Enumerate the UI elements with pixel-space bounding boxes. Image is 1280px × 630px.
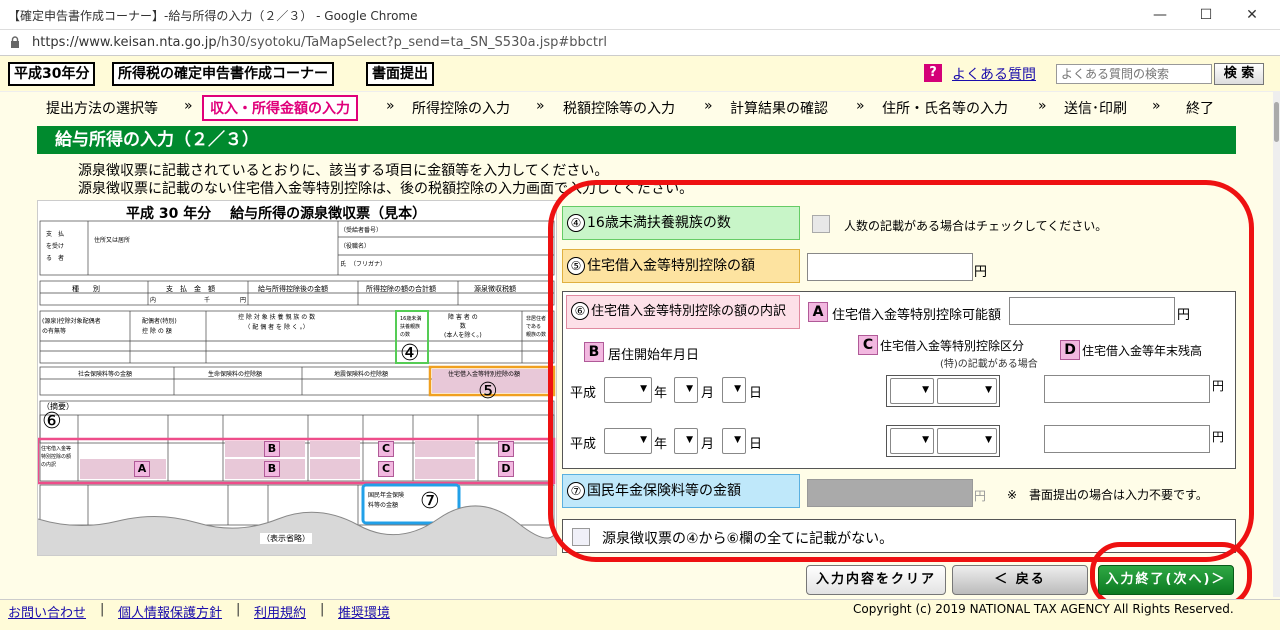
slip-col-pay: 支 払 金 額 <box>166 285 215 293</box>
page-footer: お問い合わせ | 個人情報保護方針 | 利用規約 | 推奨環境 Copyrigh… <box>0 599 1280 630</box>
step-4: 税額控除等の入力 <box>563 101 675 117</box>
step-separator: » <box>1152 98 1161 114</box>
slip-id-label: （受給者番号） <box>340 227 383 234</box>
copyright: Copyright (c) 2019 NATIONAL TAX AGENCY A… <box>853 602 1234 616</box>
slip-housing-amt: 住宅借入金等特別控除の額 <box>448 371 521 378</box>
step-separator: » <box>856 98 865 114</box>
slip-marker-5: ⑤ <box>478 379 498 404</box>
slip-col-after: 給与所得控除後の金額 <box>258 285 328 293</box>
step-7: 送信･印刷 <box>1064 101 1127 117</box>
address-bar[interactable]: https://www.keisan.nta.go.jp/h30/syotoku… <box>0 30 1280 56</box>
step-separator: » <box>184 98 193 114</box>
slip-marker-7: ⑦ <box>420 489 440 514</box>
slip-dependents: 控 除 対 象 扶 養 親 族 の 数 （ 配 偶 者 を 除 く 。） <box>238 314 316 331</box>
corner-title: 所得税の確定申告書作成コーナー <box>112 62 334 86</box>
footer-sep: | <box>100 602 105 617</box>
step-separator: » <box>386 98 395 114</box>
slip-heading: 平成 30 年分 給与所得の源泉徴収票（見本） <box>126 206 427 222</box>
slip-omit: （表示省略） <box>260 533 312 544</box>
faq-link[interactable]: よくある質問 <box>952 64 1036 84</box>
page-scrollbar[interactable] <box>1273 92 1280 597</box>
footer-privacy-link[interactable]: 個人情報保護方針 <box>118 602 222 621</box>
slip-marker-4: ④ <box>400 341 420 366</box>
red-annotation-form <box>548 180 1254 562</box>
site-header: 平成30年分 所得税の確定申告書作成コーナー 書面提出 ? よくある質問 検 索 <box>0 56 1280 92</box>
step-breadcrumb: 提出方法の選択等 » 収入・所得金額の入力 » 所得控除の入力 » 税額控除等の… <box>0 92 1280 122</box>
step-8: 終了 <box>1186 101 1214 117</box>
lock-icon <box>11 36 19 48</box>
close-button[interactable]: ✕ <box>1232 3 1272 27</box>
step-3: 所得控除の入力 <box>412 101 510 117</box>
clear-button[interactable]: 入力内容をクリア <box>806 565 946 595</box>
mode-label: 書面提出 <box>366 62 434 86</box>
next-button[interactable]: 入力終了(次へ)＞ <box>1098 565 1234 595</box>
footer-sep: | <box>236 602 241 617</box>
slip-kana-label: （フリガナ） <box>350 261 387 268</box>
slip-box-d1: D <box>498 441 514 457</box>
slip-box-a: A <box>134 461 150 477</box>
browser-titlebar: 【確定申告書作成コーナー】-給与所得の入力（２／３） - Google Chro… <box>0 0 1280 30</box>
slip-disabled: 障 害 者 の 数 (本人を除く。) <box>444 314 482 339</box>
footer-sep: | <box>320 602 325 617</box>
back-button[interactable]: ＜ 戻る <box>952 565 1088 595</box>
slip-post-label: （役職名） <box>340 243 371 250</box>
url-path: /h30/syotoku/TaMapSelect?p_send=ta_SN_S5… <box>216 35 607 50</box>
faq-search-button[interactable]: 検 索 <box>1214 63 1264 85</box>
step-separator: » <box>536 98 545 114</box>
slip-quake: 地震保険料の控除額 <box>334 371 389 378</box>
slip-housing-detail: 住宅借入金等 特別控除の額 の内訳 <box>41 446 72 468</box>
slip-unit-en: 円 <box>240 297 247 304</box>
slip-marker-6: ⑥ <box>42 409 62 434</box>
maximize-button[interactable]: ☐ <box>1186 3 1226 27</box>
step-1: 提出方法の選択等 <box>46 101 158 117</box>
slip-box-d2: D <box>498 461 514 477</box>
slip-box-b1: B <box>264 441 280 457</box>
step-separator: » <box>704 98 713 114</box>
slip-name-label: 氏 <box>340 261 347 268</box>
slip-col-tax: 源泉徴収税額 <box>474 285 516 293</box>
slip-address-label: 住所又は居所 <box>94 237 131 244</box>
url-text[interactable]: https://www.keisan.nta.go.jp/h30/syotoku… <box>32 35 607 50</box>
slip-social: 社会保険料等の金額 <box>78 371 133 378</box>
step-2-current: 収入・所得金額の入力 <box>202 95 358 121</box>
slip-box-b2: B <box>264 461 280 477</box>
step-6: 住所・氏名等の入力 <box>882 101 1008 117</box>
footer-env-link[interactable]: 推奨環境 <box>338 602 390 621</box>
scrollbar-thumb[interactable] <box>1274 102 1279 142</box>
slip-payee-label: 支 払 を受け る 者 <box>46 231 65 262</box>
slip-pension: 国民年金保険 料等の金額 <box>368 492 405 509</box>
faq-search-input[interactable] <box>1056 64 1212 84</box>
footer-terms-link[interactable]: 利用規約 <box>254 602 306 621</box>
slip-col-deduct: 所得控除の額の合計額 <box>366 285 436 293</box>
minimize-button[interactable]: — <box>1140 3 1180 27</box>
window-title: 【確定申告書作成コーナー】-給与所得の入力（２／３） - Google Chro… <box>8 9 418 23</box>
step-5: 計算結果の確認 <box>730 101 828 117</box>
slip-box-c1: C <box>378 441 394 457</box>
year-label: 平成30年分 <box>8 62 96 86</box>
withholding-slip-sample: 平成 30 年分 給与所得の源泉徴収票（見本） 支 払 を受け る 者 住所又は… <box>37 200 557 556</box>
slip-life: 生命保険料の控除額 <box>208 371 263 378</box>
slip-box-c2: C <box>378 461 394 477</box>
slip-col-type: 種 別 <box>72 285 100 293</box>
step-separator: » <box>1038 98 1047 114</box>
slip-spouse: (源泉)控除対象配偶者 の有無等 <box>42 318 101 335</box>
page-title: 給与所得の入力（２／３） <box>37 126 1236 154</box>
footer-contact-link[interactable]: お問い合わせ <box>8 602 86 621</box>
help-icon[interactable]: ? <box>924 64 942 82</box>
slip-unit-uchi: 内 <box>150 297 157 304</box>
url-host: https://www.keisan.nta.go.jp <box>32 35 217 50</box>
instruction-line-1: 源泉徴収票に記載されているとおりに、該当する項目に金額等を入力してください。 <box>78 163 609 179</box>
slip-unit-sen: 千 <box>204 297 211 304</box>
slip-spouse-special: 配偶者(特別) 控 除 の 額 <box>142 318 177 335</box>
slip-under16: 16歳未満 扶養親族 の数 <box>400 316 422 338</box>
slip-nonresident: 非居住者 である 親族の数 <box>526 316 547 338</box>
